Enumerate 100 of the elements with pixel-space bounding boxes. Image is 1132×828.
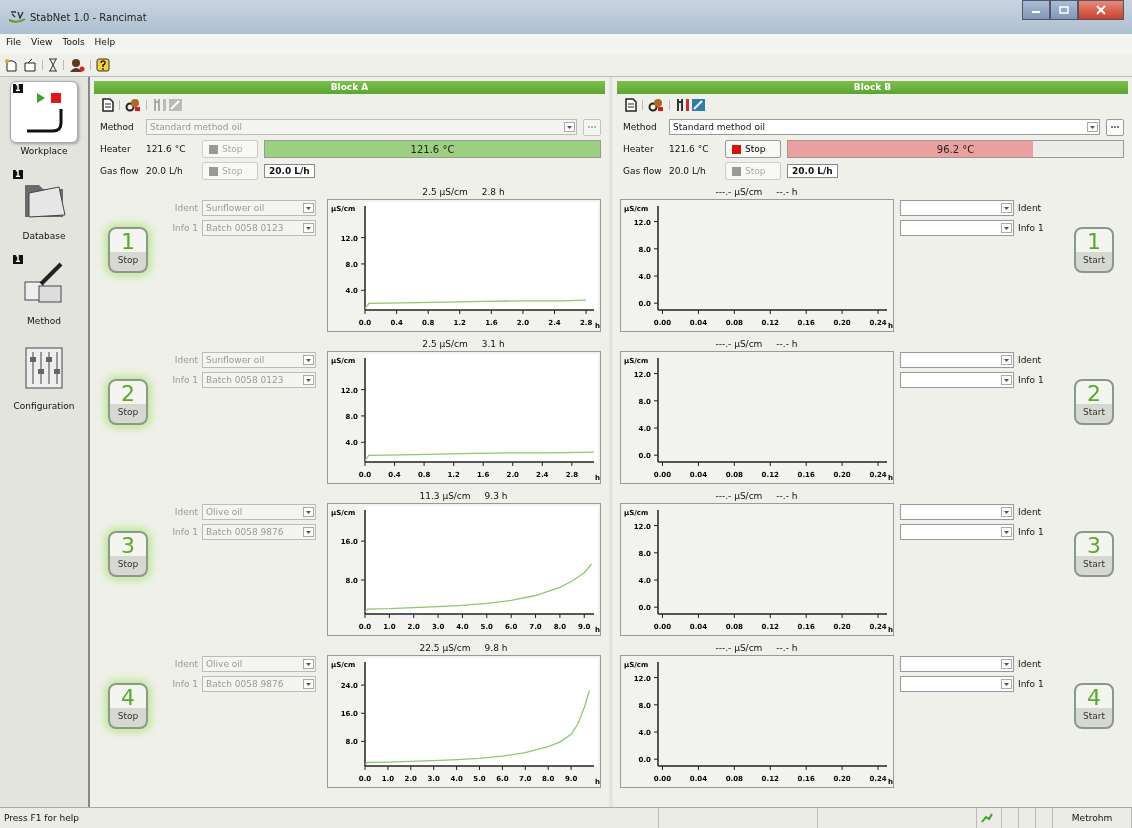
field-label: Heater (623, 144, 655, 154)
gas-flow-reading: 20.0 L/h (146, 166, 184, 176)
block-header: Block B (617, 81, 1128, 94)
position-button[interactable]: 1 Stop (108, 227, 148, 273)
field-label: Ident (1018, 203, 1043, 213)
hourglass-icon[interactable] (48, 58, 58, 72)
field-label: Info 1 (1018, 223, 1045, 233)
menu-item[interactable]: Tools (62, 37, 85, 54)
maximize-icon (1059, 6, 1069, 14)
field-label: Method (623, 122, 658, 132)
dropdown-field[interactable] (900, 676, 1014, 692)
stop-icon (209, 144, 218, 154)
gas-flow-field[interactable]: 20.0 L/h (787, 164, 838, 178)
conductivity-reading: ---.- µS/cm (715, 643, 763, 653)
dropdown-field[interactable] (900, 504, 1014, 520)
time-reading: 9.3 h (484, 491, 508, 501)
gears-icon[interactable] (648, 98, 664, 112)
document-icon[interactable] (625, 98, 637, 112)
time-reading: --.- h (776, 491, 798, 501)
dropdown-field[interactable] (900, 524, 1014, 540)
connection-icon (981, 813, 993, 823)
heater-reading: 121.6 °C (669, 144, 710, 154)
window-title: StabNet 1.0 - Rancimat (30, 11, 147, 23)
sidebar-item[interactable]: Configuration (11, 338, 77, 419)
more-options-icon[interactable] (1106, 118, 1124, 136)
field-label: Info 1 (1018, 679, 1045, 689)
conductivity-reading: 2.5 µS/cm (422, 339, 468, 349)
count-badge: 1 (13, 170, 23, 179)
tools-icon[interactable] (675, 98, 707, 112)
field-label: Ident (173, 659, 198, 669)
stop-icon (732, 166, 741, 176)
position-button[interactable]: 2 Stop (108, 379, 148, 425)
position-button[interactable]: 4 Start (1074, 683, 1114, 729)
position-button[interactable]: 2 Start (1074, 379, 1114, 425)
conductivity-reading: ---.- µS/cm (715, 491, 763, 501)
field-label: Gas flow (623, 166, 663, 176)
open-file-icon[interactable] (23, 58, 37, 72)
stop-icon (732, 144, 741, 154)
field-label: Ident (173, 203, 198, 213)
field-label: Info 1 (171, 375, 198, 385)
time-reading: 9.8 h (484, 643, 508, 653)
position-button[interactable]: 4 Stop (108, 683, 148, 729)
gas-flow-reading: 20.0 L/h (669, 166, 707, 176)
position-button[interactable]: 3 Stop (108, 531, 148, 577)
field-label: Ident (1018, 355, 1043, 365)
user-icon[interactable] (69, 58, 85, 72)
minimize-button[interactable] (1022, 0, 1050, 20)
menu-item[interactable]: File (6, 37, 22, 54)
conductivity-reading: ---.- µS/cm (715, 187, 763, 197)
field-label: Ident (1018, 507, 1043, 517)
dropdown-field[interactable] (900, 656, 1014, 672)
status-text: Press F1 for help (0, 808, 659, 828)
field-label: Ident (173, 507, 198, 517)
sidebar-item[interactable]: 1 Method (11, 253, 77, 334)
field-label: Method (100, 122, 135, 132)
count-badge: 1 (13, 84, 23, 93)
stop-button[interactable]: Stop (725, 140, 781, 158)
temperature-value: 96.2 °C (935, 142, 976, 157)
close-button[interactable] (1078, 0, 1124, 20)
dropdown-field[interactable] (900, 200, 1014, 216)
block-header: Block A (94, 81, 605, 94)
field-label: Info 1 (171, 527, 198, 537)
help-icon[interactable] (96, 58, 110, 72)
temperature-value: 121.6 °C (409, 142, 456, 157)
menu-item[interactable]: View (31, 37, 53, 54)
menu-item[interactable]: Help (94, 37, 116, 54)
logo-icon (8, 9, 26, 25)
close-icon (1096, 5, 1106, 15)
position-button[interactable]: 1 Start (1074, 227, 1114, 273)
time-reading: 2.8 h (481, 187, 505, 197)
field-label: Info 1 (1018, 375, 1045, 385)
method-dropdown[interactable]: Standard method oil (669, 119, 1100, 135)
dropdown-field[interactable] (900, 352, 1014, 368)
vendor-name: Metrohm (1053, 808, 1132, 828)
field-label: Gas flow (100, 166, 140, 176)
gas-flow-field[interactable]: 20.0 L/h (264, 164, 315, 178)
maximize-button[interactable] (1050, 0, 1078, 20)
sidebar-item[interactable]: 1 Database (11, 168, 77, 249)
new-file-icon[interactable] (4, 58, 18, 72)
conductivity-reading: 2.5 µS/cm (422, 187, 468, 197)
conductivity-reading: 11.3 µS/cm (419, 491, 471, 501)
gears-icon[interactable] (125, 98, 141, 112)
heater-reading: 121.6 °C (146, 144, 187, 154)
dropdown-field[interactable] (900, 220, 1014, 236)
stop-icon (209, 166, 218, 176)
field-label: Info 1 (1018, 527, 1045, 537)
conductivity-reading: ---.- µS/cm (715, 339, 763, 349)
document-icon[interactable] (102, 98, 114, 112)
dropdown-field[interactable] (900, 372, 1014, 388)
count-badge: 1 (13, 255, 23, 264)
field-label: Info 1 (171, 223, 198, 233)
time-reading: --.- h (776, 339, 798, 349)
field-label: Ident (173, 355, 198, 365)
time-reading: 3.1 h (481, 339, 505, 349)
field-label: Ident (1018, 659, 1043, 669)
time-reading: --.- h (776, 187, 798, 197)
field-label: Heater (100, 144, 132, 154)
position-button[interactable]: 3 Start (1074, 531, 1114, 577)
conductivity-reading: 22.5 µS/cm (419, 643, 471, 653)
time-reading: --.- h (776, 643, 798, 653)
